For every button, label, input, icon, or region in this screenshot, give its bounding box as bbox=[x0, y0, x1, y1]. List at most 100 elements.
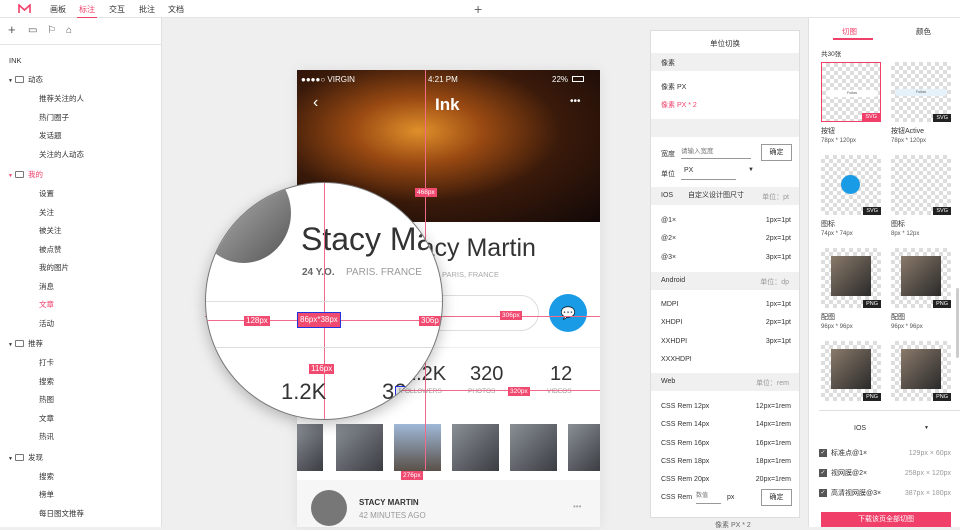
tree-item[interactable]: 文章 bbox=[39, 413, 54, 424]
pixel-px-option[interactable]: 像素 PX bbox=[661, 82, 791, 92]
add-icon[interactable]: + bbox=[8, 22, 16, 37]
asset-card[interactable]: PNG bbox=[891, 341, 951, 401]
tree-item[interactable]: 热图 bbox=[39, 394, 54, 405]
photo-thumb[interactable] bbox=[297, 424, 323, 471]
sidebar: + ▭ ⚐ ⌂ INK ▼ 动态推荐关注的人 热门圈子发话题关注的人动态 ▼ 我的设置关… bbox=[0, 18, 162, 527]
photo-thumb[interactable] bbox=[452, 424, 499, 471]
tree-item[interactable]: 打卡 bbox=[39, 357, 54, 368]
tree-item[interactable]: 活动 bbox=[39, 318, 54, 329]
tree-item[interactable]: 我的图片 bbox=[39, 262, 69, 273]
asset-card[interactable]: SVG bbox=[821, 155, 881, 215]
photo-thumb[interactable] bbox=[336, 424, 383, 471]
tab-artboard[interactable]: 画板 bbox=[50, 4, 66, 15]
back-icon[interactable]: ‹ bbox=[313, 94, 318, 112]
tree-item[interactable]: 热门圈子 bbox=[39, 112, 69, 123]
asset-size: 96px * 96px bbox=[821, 324, 853, 330]
download-all-button[interactable]: 下载该页全部切图 bbox=[821, 512, 951, 527]
asset-card[interactable]: PNG bbox=[891, 248, 951, 308]
unit-ratio: 3px=1pt bbox=[765, 337, 791, 345]
tree-item[interactable]: 搜索 bbox=[39, 376, 54, 387]
unit-name: CSS Rem 14px bbox=[661, 421, 710, 429]
tree-group-label: 推荐 bbox=[27, 339, 43, 348]
top-bar: 画板 标注 交互 批注 文档 + bbox=[0, 0, 960, 19]
folder-icon[interactable]: ▭ bbox=[28, 25, 37, 36]
confirm-button[interactable]: 确定 bbox=[761, 489, 792, 506]
photo-thumb[interactable] bbox=[394, 424, 441, 471]
tab-colors[interactable]: 颜色 bbox=[916, 26, 931, 37]
tree-group[interactable]: ▼ 动态 bbox=[8, 74, 43, 85]
width-input[interactable] bbox=[681, 144, 751, 159]
asset-count: 共30张 bbox=[821, 51, 842, 58]
tree-item[interactable]: 每日图文推荐 bbox=[39, 508, 84, 519]
tree-item[interactable]: 被点赞 bbox=[39, 244, 62, 255]
unit-row[interactable]: CSS Rem 18px 18px=1rem bbox=[661, 458, 791, 465]
tree-item[interactable]: 文章 bbox=[39, 299, 54, 310]
tab-comment[interactable]: 批注 bbox=[139, 4, 155, 15]
checkbox-checked-icon[interactable]: ✓ bbox=[819, 449, 827, 457]
tree-item[interactable]: 被关注 bbox=[39, 225, 62, 236]
magnified-label: LOWERS bbox=[394, 386, 434, 397]
more-icon[interactable]: ••• bbox=[570, 96, 581, 107]
tree-group[interactable]: ▼ 我的 bbox=[8, 169, 43, 180]
measure-label: 320px bbox=[508, 387, 530, 396]
battery-text: 22% bbox=[552, 75, 569, 84]
tab-slices[interactable]: 切图 bbox=[842, 26, 857, 37]
unit-name: CSS Rem 18px bbox=[661, 457, 710, 465]
rem-input[interactable] bbox=[696, 489, 721, 504]
asset-card[interactable]: Follow SVG bbox=[821, 62, 881, 122]
unit-row[interactable]: XHDPI 2px=1pt bbox=[661, 319, 791, 326]
tree-group[interactable]: ▼ 发现 bbox=[8, 452, 43, 463]
unit-row[interactable]: @2× 2px=1pt bbox=[661, 235, 791, 242]
unit-row[interactable]: @1× 1px=1pt bbox=[661, 217, 791, 224]
unit-row[interactable]: MDPI 1px=1pt bbox=[661, 301, 791, 308]
tree-item[interactable]: 设置 bbox=[39, 188, 54, 199]
asset-card[interactable]: Follow SVG bbox=[891, 62, 951, 122]
asset-card[interactable]: PNG bbox=[821, 248, 881, 308]
magnified-age: 24 Y.O. bbox=[302, 267, 335, 278]
unit-row[interactable]: XXHDPI 3px=1pt bbox=[661, 338, 791, 345]
unit-row[interactable]: @3× 3px=1pt bbox=[661, 254, 791, 261]
unit-row[interactable]: CSS Rem 14px 14px=1rem bbox=[661, 421, 791, 428]
unit-row[interactable]: XXXHDPI bbox=[661, 356, 791, 363]
checkbox-checked-icon[interactable]: ✓ bbox=[819, 469, 827, 477]
flag-icon[interactable]: ⚐ bbox=[47, 25, 56, 36]
tree-item[interactable]: 发话题 bbox=[39, 130, 62, 141]
home-icon[interactable]: ⌂ bbox=[66, 25, 72, 36]
custom-size-link[interactable]: 自定义设计图尺寸 bbox=[688, 190, 744, 200]
tree-item[interactable]: 关注的人动态 bbox=[39, 149, 84, 160]
export-option[interactable]: ✓ 视网膜@2× 258px × 120px bbox=[819, 468, 951, 478]
checkbox-checked-icon[interactable]: ✓ bbox=[819, 489, 827, 497]
tree-group[interactable]: ▼ 推荐 bbox=[8, 338, 43, 349]
message-button[interactable]: 💬 bbox=[549, 294, 587, 332]
scrollbar[interactable] bbox=[956, 288, 959, 358]
section-label: IOS bbox=[661, 192, 674, 199]
tree-item[interactable]: 榜单 bbox=[39, 489, 54, 500]
tree-item[interactable]: 关注 bbox=[39, 207, 54, 218]
photo-thumb[interactable] bbox=[568, 424, 600, 471]
export-label: 高清视网膜@3× bbox=[831, 490, 882, 497]
platform-select[interactable]: IOS ▼ bbox=[854, 425, 929, 432]
tab-docs[interactable]: 文档 bbox=[168, 4, 184, 15]
tree-item[interactable]: 热讯 bbox=[39, 431, 54, 442]
unit-row[interactable]: CSS Rem 16px 16px=1rem bbox=[661, 440, 791, 447]
tab-annotate[interactable]: 标注 bbox=[77, 4, 97, 19]
confirm-button[interactable]: 确定 bbox=[761, 144, 792, 161]
image-preview bbox=[831, 256, 871, 296]
unit-row[interactable]: CSS Rem 20px 20px=1rem bbox=[661, 476, 791, 483]
export-option[interactable]: ✓ 高清视网膜@3× 387px × 180px bbox=[819, 488, 951, 498]
tree-item[interactable]: 搜索 bbox=[39, 471, 54, 482]
unit-select[interactable]: PX ▼ bbox=[681, 165, 754, 180]
asset-card[interactable]: PNG bbox=[821, 341, 881, 401]
add-icon[interactable]: + bbox=[474, 1, 482, 17]
tree-group-label: 发现 bbox=[27, 452, 43, 462]
photo-thumb[interactable] bbox=[510, 424, 557, 471]
tab-interact[interactable]: 交互 bbox=[109, 4, 125, 15]
export-option[interactable]: ✓ 标准点@1× 129px × 60px bbox=[819, 448, 951, 458]
asset-card[interactable]: SVG bbox=[891, 155, 951, 215]
tree-item[interactable]: 消息 bbox=[39, 281, 54, 292]
pixel-px2-option[interactable]: 像素 PX * 2 bbox=[661, 100, 791, 110]
more-icon[interactable]: ••• bbox=[573, 502, 581, 511]
tree-item[interactable]: 推荐关注的人 bbox=[39, 93, 84, 104]
unit-row[interactable]: CSS Rem 12px 12px=1rem bbox=[661, 403, 791, 410]
tree-root[interactable]: INK bbox=[9, 56, 22, 65]
